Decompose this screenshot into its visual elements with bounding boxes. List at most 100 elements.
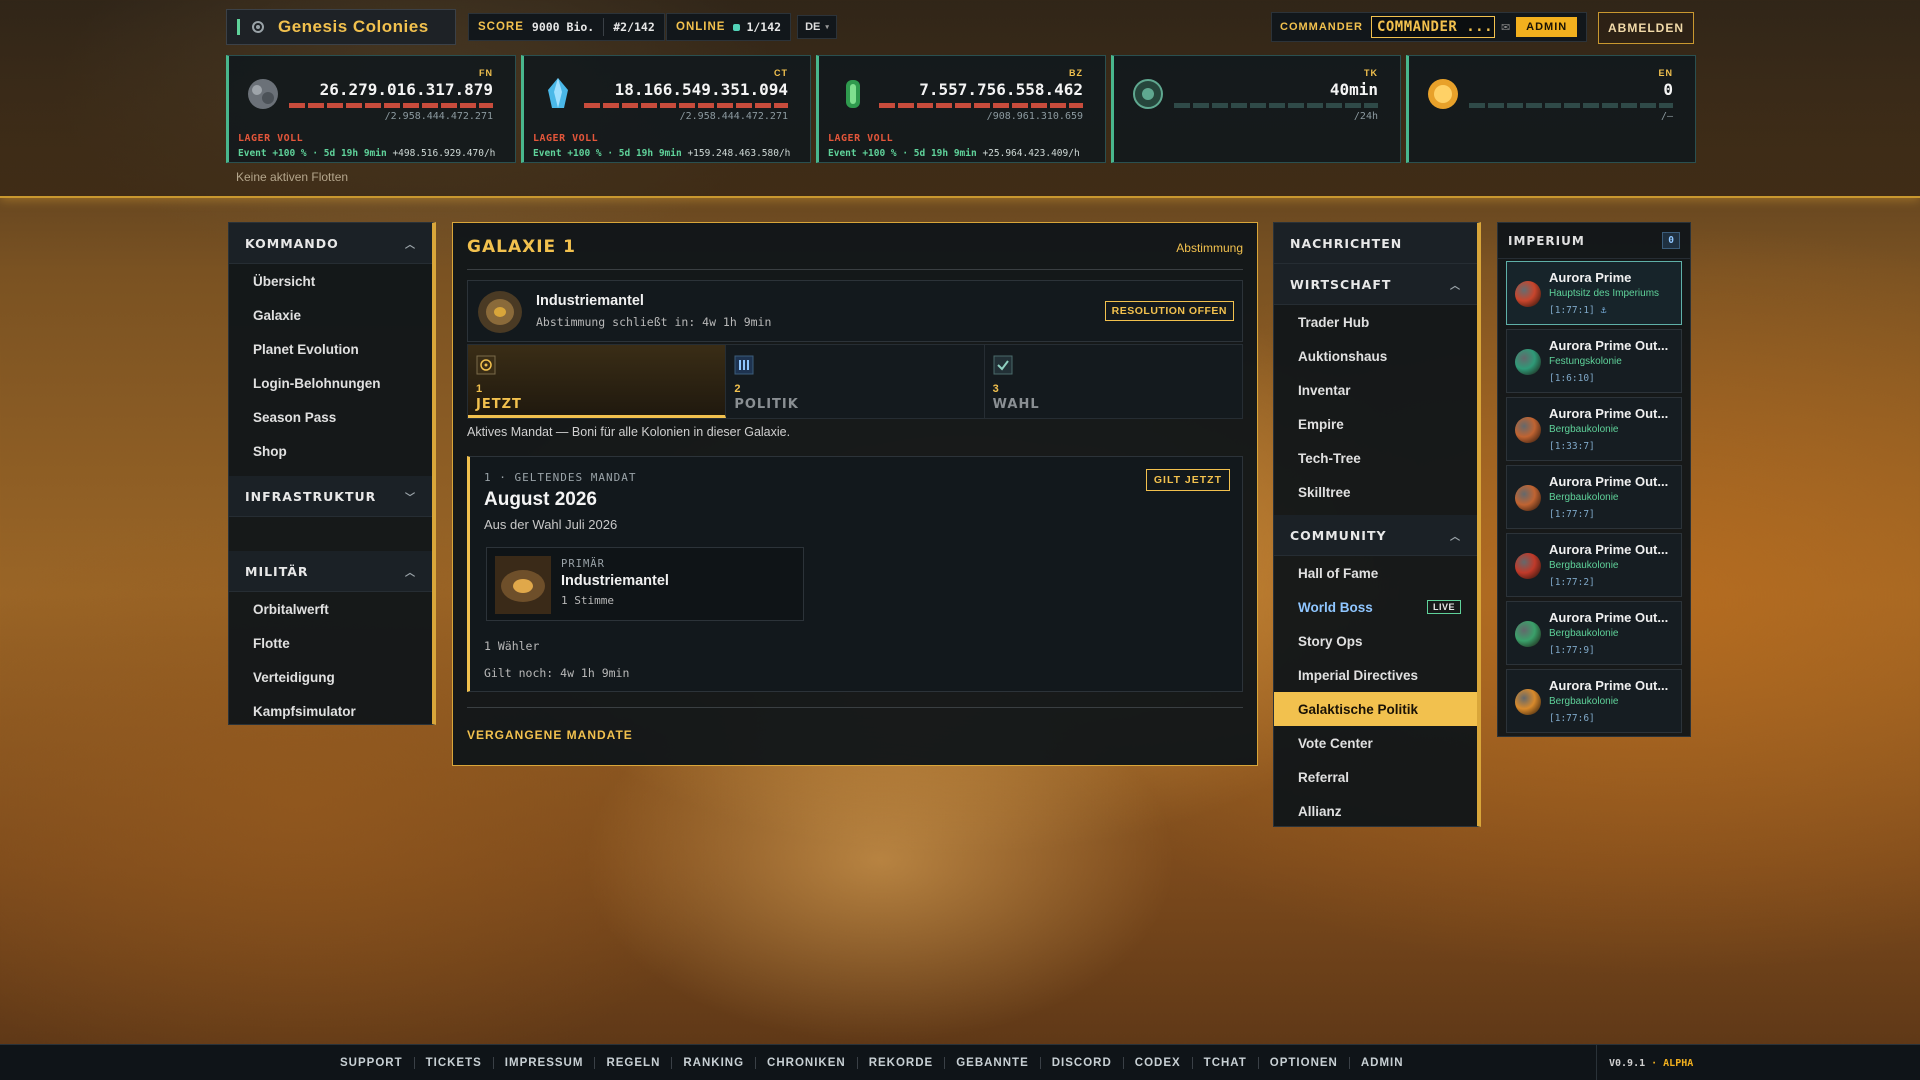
resource-bar xyxy=(879,103,1083,108)
nav-item[interactable]: Auktionshaus xyxy=(1274,339,1477,373)
tab-wahl[interactable]: 3 WAHL xyxy=(985,345,1242,418)
gear-icon xyxy=(252,21,264,33)
resource-card-en[interactable]: EN 0 /— xyxy=(1406,55,1696,163)
section-infrastruktur[interactable]: INFRASTRUKTUR ﹀ xyxy=(229,476,432,517)
stage-badge: · ALPHA xyxy=(1651,1057,1694,1069)
nav-item[interactable]: Galaxie xyxy=(229,298,432,332)
section-wirtschaft[interactable]: WIRTSCHAFT ︿ xyxy=(1274,264,1477,305)
imperium-title: IMPERIUM xyxy=(1508,233,1585,248)
nav-label: Vote Center xyxy=(1298,735,1373,751)
resource-card-fn[interactable]: FN 26.279.016.317.879 /2.958.444.472.271… xyxy=(226,55,516,163)
section-community[interactable]: COMMUNITY ︿ xyxy=(1274,515,1477,556)
section-kommando[interactable]: KOMMANDO ︿ xyxy=(229,223,432,264)
tab-politik[interactable]: 2 POLITIK xyxy=(726,345,985,418)
resource-event: Event +100 % · 5d 19h 9min +498.516.929.… xyxy=(238,148,495,159)
resolution-status-badge: RESOLUTION OFFEN xyxy=(1104,301,1234,321)
tab-jetzt[interactable]: 1 JETZT xyxy=(468,345,727,418)
resource-card-tk[interactable]: TK 40min /24h xyxy=(1111,55,1401,163)
tab-number: 1 xyxy=(476,383,483,395)
planet-card[interactable]: Aurora Prime Out... Bergbaukolonie [1:77:6… xyxy=(1506,669,1682,733)
resource-rate: +498.516.929.470/h xyxy=(392,148,496,159)
abstimmung-link[interactable]: Abstimmung xyxy=(1176,241,1243,255)
planet-card[interactable]: Aurora Prime Hauptsitz des Imperiums [1:77… xyxy=(1506,261,1682,325)
brand-accent xyxy=(237,19,240,35)
footer-link[interactable]: IMPRESSUM xyxy=(494,1057,596,1069)
nav-label: Empire xyxy=(1298,416,1344,432)
primary-resolution-card[interactable]: PRIMÄR Industriemantel 1 Stimme xyxy=(486,547,804,621)
section-militaer[interactable]: MILITÄR ︿ xyxy=(229,551,432,592)
planet-icon xyxy=(1515,689,1541,715)
footer-link[interactable]: OPTIONEN xyxy=(1259,1057,1350,1069)
divider xyxy=(603,18,605,36)
nav-item[interactable]: Empire xyxy=(1274,407,1477,441)
nav-label: Allianz xyxy=(1298,803,1342,819)
footer-link[interactable]: REGELN xyxy=(595,1057,673,1069)
planet-card[interactable]: Aurora Prime Out... Bergbaukolonie [1:33:7… xyxy=(1506,397,1682,461)
logout-button[interactable]: ABMELDEN xyxy=(1598,12,1694,44)
online-dot-icon xyxy=(733,23,741,31)
nav-item[interactable]: Flotte xyxy=(229,626,432,660)
resource-card-ct[interactable]: CT 18.166.549.351.094 /2.958.444.472.271… xyxy=(521,55,811,163)
nav-item[interactable]: Inventar xyxy=(1274,373,1477,407)
planet-icon xyxy=(1515,349,1541,375)
footer-link[interactable]: GEBANNTE xyxy=(945,1057,1041,1069)
planet-icon xyxy=(1515,417,1541,443)
planet-card[interactable]: Aurora Prime Out... Bergbaukolonie [1:77:2… xyxy=(1506,533,1682,597)
planet-card[interactable]: Aurora Prime Out... Bergbaukolonie [1:77:7… xyxy=(1506,465,1682,529)
planet-card[interactable]: Aurora Prime Out... Bergbaukolonie [1:77:9… xyxy=(1506,601,1682,665)
left-nav: KOMMANDO ︿ Übersicht Galaxie Planet Evol… xyxy=(228,222,436,725)
nav-item[interactable]: Übersicht xyxy=(229,264,432,298)
footer-link[interactable]: RANKING xyxy=(672,1057,757,1069)
section-title: KOMMANDO xyxy=(245,235,339,251)
commander-name[interactable]: COMMANDER ... xyxy=(1370,16,1495,38)
nav-item[interactable]: Verteidigung xyxy=(229,660,432,694)
footer-link[interactable]: SUPPORT xyxy=(329,1057,415,1069)
language-select[interactable]: DE ▾ xyxy=(797,15,837,39)
nav-item[interactable]: Allianz xyxy=(1274,794,1477,828)
footer-link[interactable]: REKORDE xyxy=(858,1057,946,1069)
past-mandates-link[interactable]: VERGANGENE MANDATE xyxy=(467,728,633,742)
resource-rate: +25.964.423.409/h xyxy=(982,148,1080,159)
footer-link[interactable]: TCHAT xyxy=(1193,1057,1259,1069)
footer-link[interactable]: CODEX xyxy=(1124,1057,1193,1069)
admin-badge[interactable]: ADMIN xyxy=(1516,17,1578,37)
primary-votes: 1 Stimme xyxy=(561,594,614,607)
planet-card[interactable]: Aurora Prime Out... Festungskolonie [1:6:1… xyxy=(1506,329,1682,393)
nav-item[interactable]: Login-Belohnungen xyxy=(229,366,432,400)
resolution-card[interactable]: Industriemantel Abstimmung schließt in: … xyxy=(467,280,1243,342)
resource-code: BZ xyxy=(1069,68,1083,78)
resource-amount: 0 xyxy=(1663,80,1673,99)
news-link[interactable]: NACHRICHTEN xyxy=(1274,223,1477,264)
nav-label: Galaktische Politik xyxy=(1298,701,1419,717)
nav-item-active[interactable]: Galaktische Politik xyxy=(1274,692,1477,726)
nav-item[interactable]: Imperial Directives xyxy=(1274,658,1477,692)
footer-link[interactable]: CHRONIKEN xyxy=(756,1057,858,1069)
nav-item[interactable]: Hall of Fame xyxy=(1274,556,1477,590)
resource-event: Event +100 % · 5d 19h 9min +25.964.423.4… xyxy=(828,148,1080,159)
nav-item[interactable]: Trader Hub xyxy=(1274,305,1477,339)
planet-type: Hauptsitz des Imperiums xyxy=(1549,288,1660,299)
nav-item[interactable]: Story Ops xyxy=(1274,624,1477,658)
resource-card-bz[interactable]: BZ 7.557.756.558.462 /908.961.310.659 LA… xyxy=(816,55,1106,163)
nav-item[interactable]: Orbitalwerft xyxy=(229,592,432,626)
nav-label: World Boss xyxy=(1298,599,1373,615)
chevron-up-icon: ︿ xyxy=(1450,280,1461,292)
nav-item[interactable]: Season Pass xyxy=(229,400,432,434)
nav-item[interactable]: Vote Center xyxy=(1274,726,1477,760)
columns-icon xyxy=(734,355,754,375)
nav-item[interactable]: Skilltree xyxy=(1274,475,1477,509)
tab-label: POLITIK xyxy=(734,397,799,412)
nav-item[interactable]: Planet Evolution xyxy=(229,332,432,366)
nav-item[interactable]: World Boss LIVE xyxy=(1274,590,1477,624)
nav-item[interactable]: Tech-Tree xyxy=(1274,441,1477,475)
nav-item[interactable]: Kampfsimulator xyxy=(229,694,432,728)
news-label: NACHRICHTEN xyxy=(1290,235,1403,251)
edit-icon[interactable]: ✉ xyxy=(1501,21,1510,34)
brand[interactable]: Genesis Colonies xyxy=(226,9,456,45)
footer-link[interactable]: DISCORD xyxy=(1041,1057,1124,1069)
nav-label: Hall of Fame xyxy=(1298,565,1379,581)
footer-link[interactable]: TICKETS xyxy=(415,1057,494,1069)
footer-link[interactable]: ADMIN xyxy=(1350,1057,1415,1069)
nav-item[interactable]: Referral xyxy=(1274,760,1477,794)
nav-item[interactable]: Shop xyxy=(229,434,432,468)
